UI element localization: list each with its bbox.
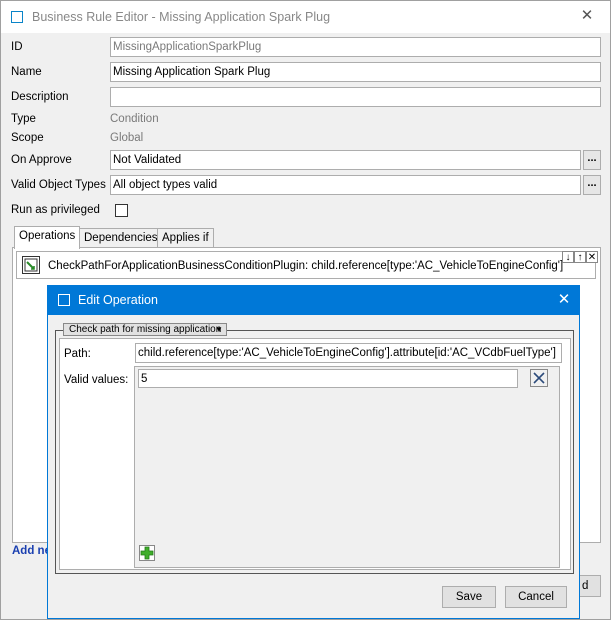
name-label: Name bbox=[11, 66, 42, 78]
type-label: Type bbox=[11, 113, 36, 125]
scope-label: Scope bbox=[11, 132, 44, 144]
operation-row-text: CheckPathForApplicationBusinessCondition… bbox=[48, 260, 564, 272]
scope-value: Global bbox=[110, 132, 144, 144]
operation-plugin-icon bbox=[22, 256, 40, 274]
save-button[interactable]: Save bbox=[442, 586, 496, 608]
operation-type-dropdown[interactable]: Check path for missing application ▼ bbox=[63, 323, 227, 336]
dialog-window-icon bbox=[58, 294, 70, 306]
run-as-privileged-checkbox[interactable] bbox=[115, 204, 128, 217]
chevron-down-icon: ▼ bbox=[215, 325, 223, 334]
tab-applies-if[interactable]: Applies if bbox=[157, 228, 214, 248]
on-approve-label: On Approve bbox=[11, 154, 72, 166]
type-value: Condition bbox=[110, 113, 159, 125]
path-field[interactable]: child.reference[type:'AC_VehicleToEngine… bbox=[135, 343, 562, 363]
on-approve-field[interactable]: Not Validated bbox=[110, 150, 581, 170]
dialog-close-icon[interactable]: ✕ bbox=[552, 289, 576, 311]
path-label: Path: bbox=[64, 348, 91, 360]
id-label: ID bbox=[11, 41, 23, 53]
edit-operation-dialog: Edit Operation ✕ Check path for missing … bbox=[47, 285, 580, 619]
valid-values-panel: 5 bbox=[134, 366, 560, 568]
valid-object-types-browse-button[interactable]: ... bbox=[583, 175, 601, 195]
dialog-title-bar[interactable]: Edit Operation ✕ bbox=[48, 286, 579, 315]
cancel-button[interactable]: Cancel bbox=[505, 586, 567, 608]
valid-object-types-field[interactable]: All object types valid bbox=[110, 175, 581, 195]
valid-value-field[interactable]: 5 bbox=[138, 369, 518, 388]
main-window-title: Business Rule Editor - Missing Applicati… bbox=[32, 10, 331, 24]
operation-row[interactable]: CheckPathForApplicationBusinessCondition… bbox=[16, 251, 598, 279]
window-icon bbox=[11, 11, 23, 23]
description-field[interactable] bbox=[110, 87, 601, 107]
description-label: Description bbox=[11, 91, 69, 103]
valid-object-types-label: Valid Object Types bbox=[11, 179, 106, 191]
valid-values-label: Valid values: bbox=[64, 374, 129, 386]
main-title-bar[interactable]: Business Rule Editor - Missing Applicati… bbox=[1, 1, 610, 33]
add-value-icon[interactable] bbox=[139, 545, 155, 561]
on-approve-browse-button[interactable]: ... bbox=[583, 150, 601, 170]
tab-operations[interactable]: Operations bbox=[14, 226, 81, 249]
move-up-icon[interactable]: ↑ bbox=[574, 251, 586, 263]
main-close-icon[interactable]: ✕ bbox=[575, 5, 599, 27]
add-new-link[interactable]: Add ne bbox=[12, 545, 51, 557]
run-as-privileged-label: Run as privileged bbox=[11, 204, 100, 216]
tab-dependencies[interactable]: Dependencies bbox=[79, 228, 163, 248]
partially-hidden-button-label: d bbox=[582, 580, 589, 592]
operation-type-label: Check path for missing application bbox=[69, 324, 222, 335]
remove-value-icon[interactable] bbox=[530, 369, 548, 387]
name-field[interactable]: Missing Application Spark Plug bbox=[110, 62, 601, 82]
dialog-title: Edit Operation bbox=[78, 293, 158, 307]
move-down-icon[interactable]: ↓ bbox=[562, 251, 574, 263]
id-field[interactable]: MissingApplicationSparkPlug bbox=[110, 37, 601, 57]
remove-operation-icon[interactable]: ✕ bbox=[586, 251, 598, 263]
